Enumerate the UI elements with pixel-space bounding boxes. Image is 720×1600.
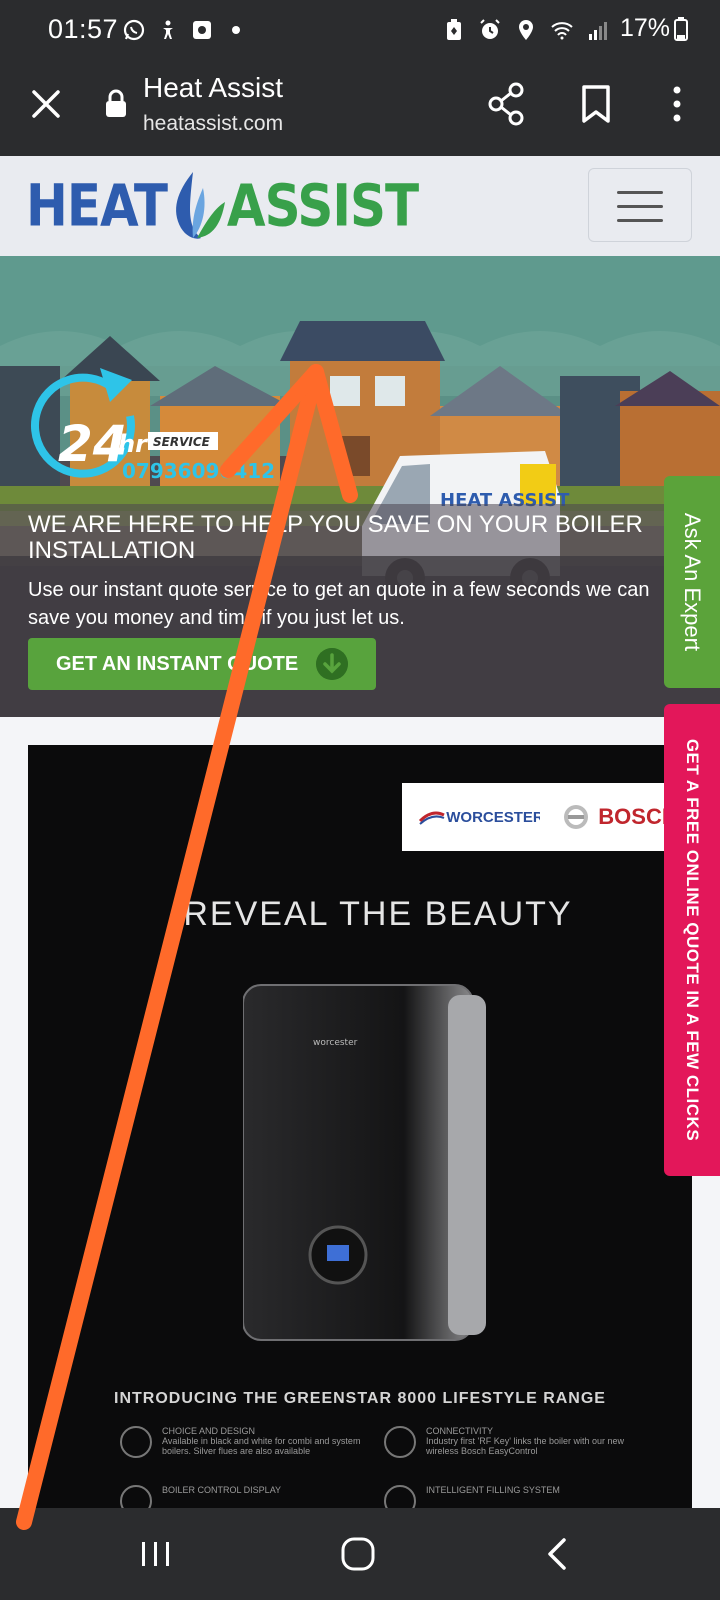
badge-hr-text: hr (118, 430, 149, 458)
menu-bar (617, 191, 663, 194)
feature-1-title: CHOICE AND DESIGN (162, 1426, 256, 1436)
menu-button[interactable] (588, 168, 692, 242)
boiler-illustration: worcester (243, 984, 486, 1341)
arrow-down-circle-icon (316, 648, 348, 680)
feature-2: CONNECTIVITY Industry first 'RF Key' lin… (426, 1426, 636, 1456)
status-time: 01:57 (48, 14, 119, 44)
more-options-icon[interactable] (664, 84, 690, 124)
feature-2-title: CONNECTIVITY (426, 1426, 494, 1436)
flame-leaf-icon (176, 172, 225, 239)
worcester-swoosh-icon (419, 811, 445, 825)
instant-quote-button[interactable]: GET AN INSTANT QUOTE (28, 638, 376, 690)
ask-expert-label: Ask An Expert (680, 512, 705, 652)
hero-heading: WE ARE HERE TO HELP YOU SAVE ON YOUR BOI… (28, 511, 643, 564)
ask-expert-tab[interactable]: Ask An Expert (664, 476, 720, 688)
dot-icon (232, 26, 240, 34)
site-logo[interactable]: HEAT ASSIST (26, 168, 419, 244)
choice-design-icon (120, 1426, 152, 1458)
status-right-icons (442, 18, 610, 42)
lock-icon (106, 89, 126, 117)
whatsapp-icon (123, 19, 145, 41)
boiler-brand-text: worcester (313, 1038, 358, 1048)
hero-description: Use our instant quote service to get an … (28, 579, 650, 629)
location-icon (519, 20, 533, 40)
feature-4-title: INTELLIGENT FILLING SYSTEM (426, 1485, 560, 1495)
home-icon[interactable] (338, 1536, 378, 1572)
battery-icon (674, 16, 688, 41)
site-header: HEAT ASSIST (0, 156, 720, 256)
free-quote-tab[interactable]: GET A FREE ONLINE QUOTE IN A FEW CLICKS (664, 704, 720, 1176)
instant-quote-label: GET AN INSTANT QUOTE (56, 652, 299, 675)
bosch-emblem-icon (564, 805, 589, 829)
navigation-bar (0, 1508, 720, 1600)
battery-percent: 17% (619, 14, 670, 42)
promo-introducing: INTRODUCING THE GREENSTAR 8000 LIFESTYLE… (114, 1390, 606, 1407)
badge-service-text: SERVICE (153, 435, 211, 449)
status-bar: 01:57 17% (0, 0, 720, 60)
worcester-text: WORCESTER (446, 808, 544, 826)
page-title: Heat Assist (143, 72, 284, 103)
back-icon[interactable] (544, 1536, 570, 1572)
close-icon[interactable] (26, 84, 66, 124)
battery-saver-icon (447, 19, 461, 40)
feature-2-desc: Industry first 'RF Key' links the boiler… (426, 1436, 625, 1456)
feature-1: CHOICE AND DESIGN Available in black and… (162, 1426, 372, 1456)
status-left-icons (122, 18, 248, 42)
wifi-icon (551, 22, 573, 40)
worcester-logo: WORCESTER (402, 783, 560, 851)
content-section: WORCESTER BOSCH REVEAL THE BEAUTY worces… (0, 717, 720, 1508)
feature-3: BOILER CONTROL DISPLAY (162, 1485, 372, 1495)
recent-apps-icon[interactable] (136, 1538, 176, 1570)
browser-toolbar: Heat Assist heatassist.com (0, 60, 720, 156)
feature-4: INTELLIGENT FILLING SYSTEM (426, 1485, 636, 1495)
free-quote-label: GET A FREE ONLINE QUOTE IN A FEW CLICKS (683, 738, 702, 1142)
accessibility-icon (163, 20, 173, 39)
promo-headline: REVEAL THE BEAUTY (183, 895, 573, 933)
hero-banner: HEAT ASSIST 24 hr SERVICE 07936090412 WE… (0, 256, 720, 717)
feature-3-title: BOILER CONTROL DISPLAY (162, 1485, 282, 1495)
screen: 01:57 17% Heat Assist heatassist.com HEA… (0, 0, 720, 1600)
control-display-icon (120, 1485, 152, 1508)
web-page: HEAT ASSIST HEAT ASSIST 24 hr SERVICE 07… (0, 156, 720, 1508)
menu-bar (617, 219, 663, 222)
bookmark-icon[interactable] (580, 84, 612, 124)
signal-icon (589, 22, 607, 40)
greenstar-promo-image[interactable]: WORCESTER BOSCH REVEAL THE BEAUTY worces… (28, 745, 692, 1508)
logo-assist-text: ASSIST (226, 172, 419, 240)
menu-bar (617, 205, 663, 208)
alarm-icon (480, 19, 500, 39)
share-icon[interactable] (486, 82, 526, 126)
page-url[interactable]: heatassist.com (143, 112, 283, 136)
battery-indicator: 17% (620, 14, 688, 43)
recorder-icon (193, 21, 211, 39)
wifi-feature-icon (384, 1426, 416, 1458)
logo-heat-text: HEAT (26, 172, 168, 240)
filling-system-icon (384, 1485, 416, 1508)
badge-phone-text: 07936090412 (122, 459, 275, 483)
feature-1-desc: Available in black and white for combi a… (162, 1436, 361, 1456)
